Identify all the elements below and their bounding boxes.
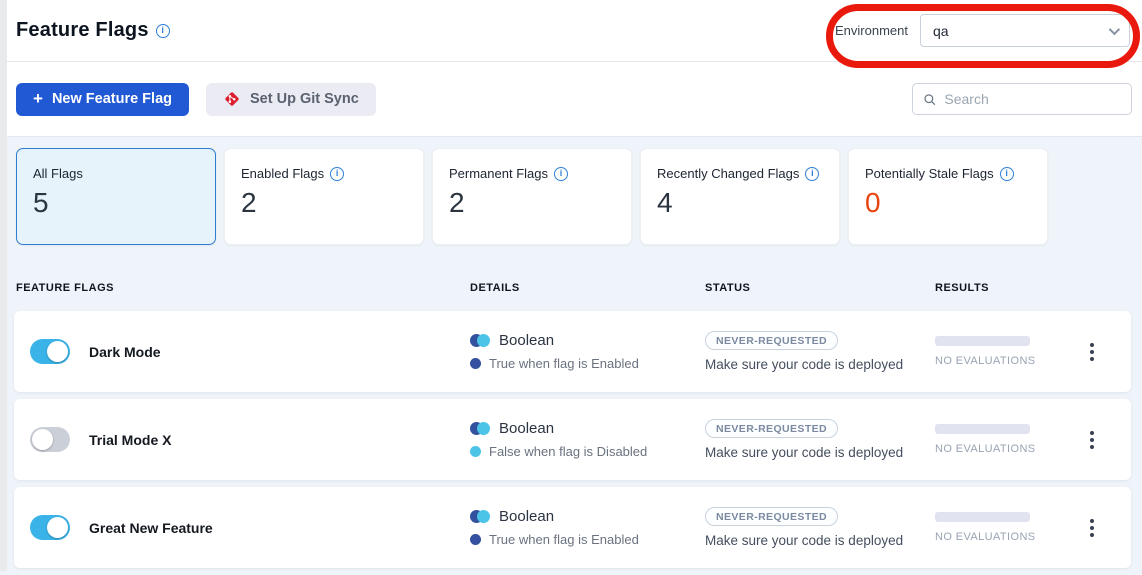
evaluations-label: NO EVALUATIONS	[935, 355, 1036, 367]
status-text: Make sure your code is deployed	[705, 533, 935, 548]
evaluations-label: NO EVALUATIONS	[935, 443, 1036, 455]
evaluations-label: NO EVALUATIONS	[935, 531, 1036, 543]
search-icon	[923, 92, 936, 107]
page-title: Feature Flags	[16, 19, 149, 42]
status-text: Make sure your code is deployed	[705, 445, 935, 460]
flag-toggle[interactable]	[30, 339, 70, 364]
table-row: Dark Mode Boolean True when flag is Enab…	[14, 311, 1131, 392]
stat-label: Potentially Stale Flags	[865, 166, 994, 181]
flag-type: Boolean	[499, 508, 554, 525]
column-header-feature-flags: FEATURE FLAGS	[16, 282, 470, 294]
stat-card-recently-changed-flags[interactable]: Recently Changed Flags 4	[640, 148, 840, 245]
rule-text: False when flag is Disabled	[489, 444, 647, 459]
evaluations-bar	[935, 336, 1030, 346]
toggle-knob	[47, 341, 68, 362]
boolean-type-icon	[470, 422, 490, 435]
setup-git-sync-button[interactable]: Set Up Git Sync	[206, 83, 376, 116]
info-icon[interactable]	[1000, 167, 1014, 181]
search-input[interactable]	[944, 91, 1121, 107]
info-icon[interactable]	[554, 167, 568, 181]
status-badge: NEVER-REQUESTED	[705, 331, 838, 350]
environment-select[interactable]: qa	[920, 14, 1130, 47]
status-badge: NEVER-REQUESTED	[705, 419, 838, 438]
flag-toggle[interactable]	[30, 515, 70, 540]
stat-card-enabled-flags[interactable]: Enabled Flags 2	[224, 148, 424, 245]
column-header-results: RESULTS	[935, 282, 1142, 294]
title-info-icon[interactable]	[156, 24, 170, 38]
toggle-knob	[32, 429, 53, 450]
boolean-type-icon	[470, 334, 490, 347]
feature-flags-page: Feature Flags Environment qa + New Featu…	[7, 0, 1142, 575]
rule-dot-icon	[470, 358, 481, 369]
stat-label: Recently Changed Flags	[657, 166, 799, 181]
stat-card-potentially-stale-flags[interactable]: Potentially Stale Flags 0	[848, 148, 1048, 245]
flag-type: Boolean	[499, 420, 554, 437]
boolean-type-icon	[470, 510, 490, 523]
table-row: Trial Mode X Boolean False when flag is …	[14, 399, 1131, 480]
table-header: FEATURE FLAGS DETAILS STATUS RESULTS	[14, 264, 1142, 311]
stat-value: 4	[657, 187, 823, 219]
content-area: All Flags 5 Enabled Flags 2 Permanent Fl…	[7, 137, 1142, 568]
toggle-knob	[47, 517, 68, 538]
evaluations-bar	[935, 424, 1030, 434]
status-badge: NEVER-REQUESTED	[705, 507, 838, 526]
column-header-status: STATUS	[705, 282, 935, 294]
setup-git-sync-label: Set Up Git Sync	[250, 91, 359, 107]
stat-value: 0	[865, 187, 1031, 219]
rule-text: True when flag is Enabled	[489, 532, 639, 547]
stat-label: Enabled Flags	[241, 166, 324, 181]
flag-name[interactable]: Great New Feature	[89, 520, 213, 536]
evaluations-bar	[935, 512, 1030, 522]
toolbar: + New Feature Flag Set Up Git Sync	[7, 62, 1142, 137]
new-feature-flag-label: New Feature Flag	[52, 91, 172, 107]
git-icon	[223, 90, 241, 108]
info-icon[interactable]	[805, 167, 819, 181]
rule-dot-icon	[470, 446, 481, 457]
rule-text: True when flag is Enabled	[489, 356, 639, 371]
stat-value: 2	[241, 187, 407, 219]
stat-card-all-flags[interactable]: All Flags 5	[16, 148, 216, 245]
flag-type: Boolean	[499, 332, 554, 349]
page-header: Feature Flags Environment qa	[7, 0, 1142, 62]
stat-value: 5	[33, 187, 199, 219]
title-wrap: Feature Flags	[16, 19, 170, 42]
page-left-edge	[0, 0, 7, 571]
row-menu-kebab-icon[interactable]	[1084, 515, 1100, 541]
environment-value: qa	[933, 23, 949, 39]
stat-value: 2	[449, 187, 615, 219]
new-feature-flag-button[interactable]: + New Feature Flag	[16, 83, 189, 116]
rule-dot-icon	[470, 534, 481, 545]
environment-picker: Environment qa	[835, 14, 1130, 47]
stat-cards: All Flags 5 Enabled Flags 2 Permanent Fl…	[16, 148, 1142, 245]
status-text: Make sure your code is deployed	[705, 357, 935, 372]
stat-card-permanent-flags[interactable]: Permanent Flags 2	[432, 148, 632, 245]
row-menu-kebab-icon[interactable]	[1084, 339, 1100, 365]
flag-toggle[interactable]	[30, 427, 70, 452]
search-box[interactable]	[912, 83, 1132, 115]
environment-label: Environment	[835, 23, 908, 38]
stat-label: All Flags	[33, 166, 83, 181]
chevron-down-icon	[1109, 23, 1120, 34]
column-header-details: DETAILS	[470, 282, 705, 294]
plus-icon: +	[33, 90, 43, 107]
flag-name[interactable]: Dark Mode	[89, 344, 161, 360]
row-menu-kebab-icon[interactable]	[1084, 427, 1100, 453]
info-icon[interactable]	[330, 167, 344, 181]
stat-label: Permanent Flags	[449, 166, 548, 181]
flag-name[interactable]: Trial Mode X	[89, 432, 171, 448]
table-row: Great New Feature Boolean True when flag…	[14, 487, 1131, 568]
